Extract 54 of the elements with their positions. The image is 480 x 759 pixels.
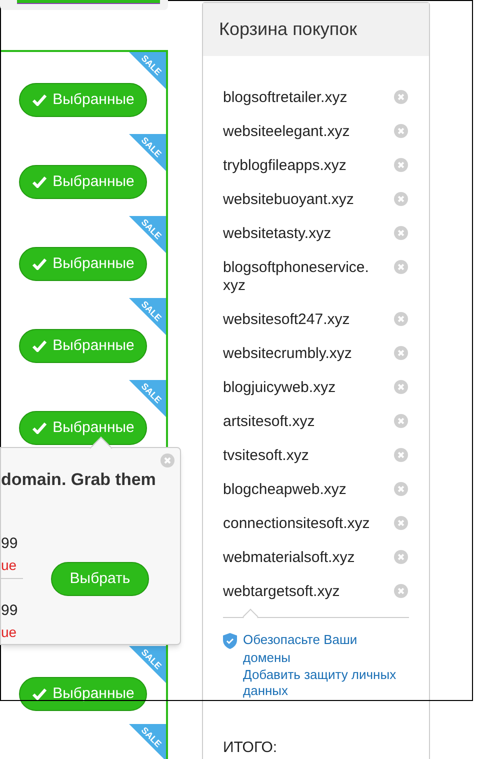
- checkmark-icon: [32, 422, 47, 434]
- remove-icon[interactable]: [394, 260, 408, 274]
- remove-icon[interactable]: [394, 346, 408, 360]
- remove-icon[interactable]: [394, 584, 408, 598]
- selected-button[interactable]: Выбранные: [19, 329, 147, 363]
- cart-item-name: websiteelegant.xyz: [223, 123, 351, 141]
- cart-item-name: blogsoftphoneservice.xyz: [223, 259, 370, 295]
- remove-icon[interactable]: [394, 312, 408, 326]
- cart-item-name: websitetasty.xyz: [223, 225, 332, 243]
- cart-item-name: blogsoftretailer.xyz: [223, 89, 348, 107]
- checkmark-icon: [32, 340, 47, 352]
- remove-icon[interactable]: [394, 550, 408, 564]
- selected-button[interactable]: Выбранные: [19, 411, 147, 445]
- checkmark-icon: [32, 258, 47, 270]
- cart-title: Корзина покупок: [219, 18, 358, 41]
- checkmark-icon: [32, 94, 47, 106]
- remove-icon[interactable]: [394, 482, 408, 496]
- remove-icon[interactable]: [394, 516, 408, 530]
- cart-item-name: websitecrumbly.xyz: [223, 345, 353, 363]
- cart-item-name: connectionsitesoft.xyz: [223, 515, 371, 533]
- remove-icon[interactable]: [394, 414, 408, 428]
- checkmark-icon: [32, 176, 47, 188]
- cart-item-name: artsitesoft.xyz: [223, 413, 316, 431]
- link[interactable]: Добавить защиту личных данных: [243, 667, 403, 699]
- remove-icon[interactable]: [394, 158, 408, 172]
- selected-button[interactable]: Выбранные: [19, 165, 147, 199]
- total-label: ИТОГО:: [223, 738, 278, 758]
- close-icon[interactable]: [160, 453, 175, 468]
- shield-icon: [223, 633, 237, 649]
- cart-item-name: blogcheapweb.xyz: [223, 481, 348, 499]
- selected-button[interactable]: Выбранные: [19, 677, 147, 711]
- cart-item-name: websitebuoyant.xyz: [223, 191, 355, 209]
- checkmark-icon: [32, 688, 47, 700]
- price-note: ue: [1, 558, 17, 572]
- cart-item-name: webmaterialsoft.xyz: [223, 549, 356, 567]
- remove-icon[interactable]: [394, 124, 408, 138]
- cart-item-name: blogjuicyweb.xyz: [223, 379, 337, 397]
- remove-icon[interactable]: [394, 90, 408, 104]
- cart-item-name: websitesoft247.xyz: [223, 311, 351, 329]
- remove-icon[interactable]: [394, 380, 408, 394]
- cart-item-name: webtargetsoft.xyz: [223, 583, 341, 601]
- remove-icon[interactable]: [394, 448, 408, 462]
- link[interactable]: Обезопасьте Ваши домены: [243, 631, 403, 667]
- price-text: 99: [1, 536, 18, 551]
- selected-button[interactable]: Выбранные: [19, 247, 147, 281]
- cart-item-name: tryblogfileapps.xyz: [223, 157, 348, 175]
- choose-button[interactable]: Выбрать: [51, 562, 149, 596]
- remove-icon[interactable]: [394, 192, 408, 206]
- selected-button[interactable]: Выбранные: [19, 83, 147, 117]
- price-note: ue: [1, 625, 17, 639]
- cart-item-name: tvsitesoft.xyz: [223, 447, 310, 465]
- price-text: 99: [1, 603, 18, 618]
- remove-icon[interactable]: [394, 226, 408, 240]
- popup-title: domain. Grab them: [1, 469, 156, 491]
